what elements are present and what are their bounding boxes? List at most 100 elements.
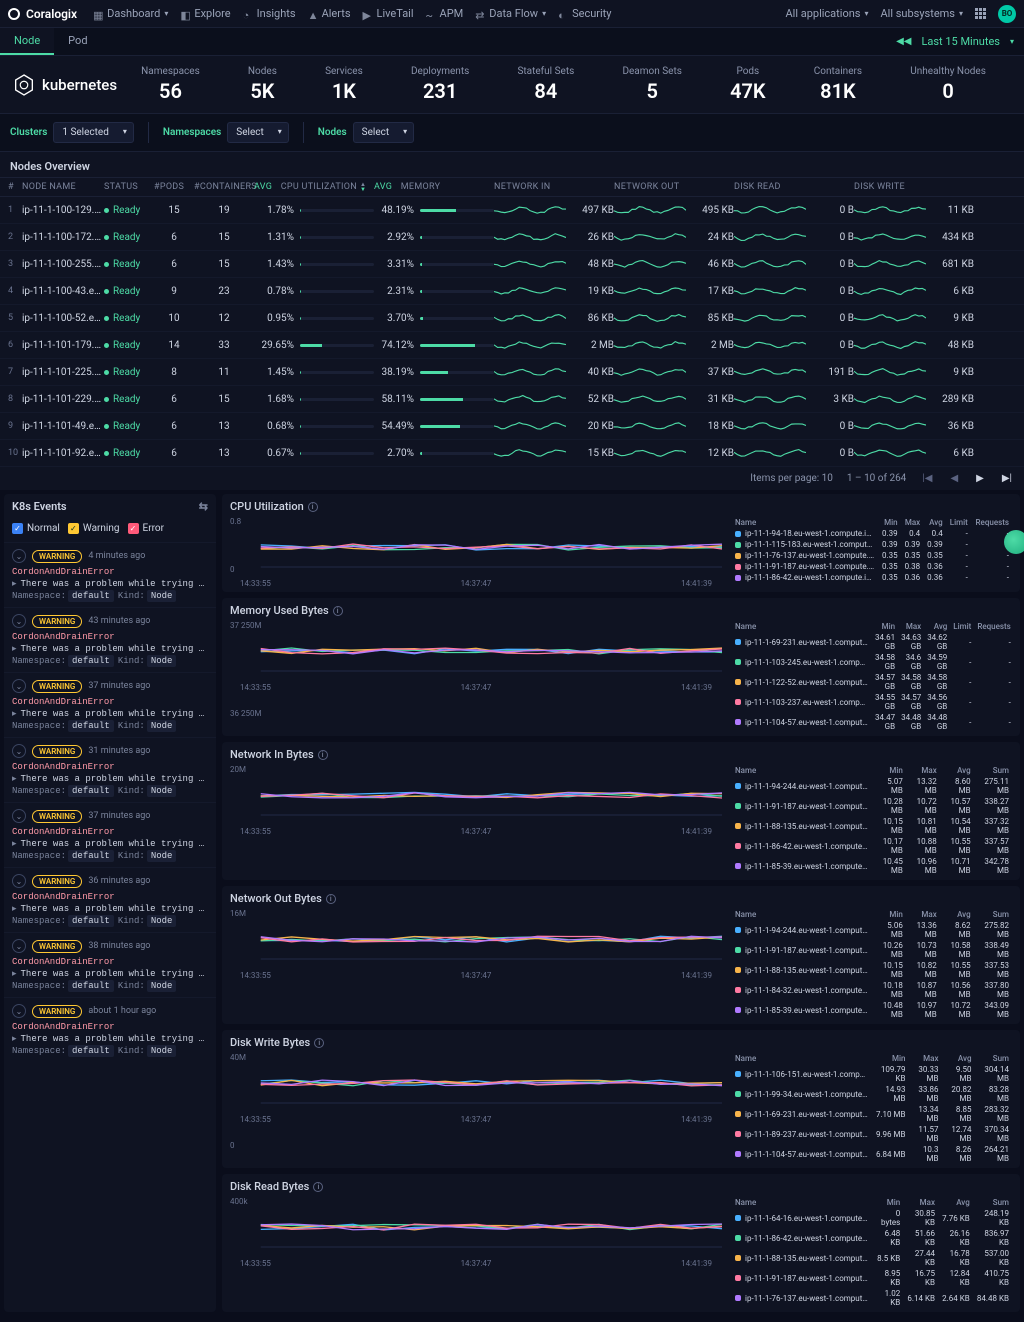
table-row[interactable]: 4 ip-11-1-100-43.eu-... Ready 9 23 0.78%… [0,278,1024,305]
event-item[interactable]: ⌄ WARNING about 1 hour ago CordonAndDrai… [4,997,216,1062]
col-disk-write[interactable]: DISK WRITE [854,182,974,192]
chevron-down-icon[interactable]: ⌄ [12,679,26,693]
rewind-icon[interactable]: ◀◀ [896,36,911,47]
pager-per-value[interactable]: 10 [822,473,833,484]
legend-row[interactable]: ip-11-1-86-42.eu-west-1.compute.internal… [732,836,1012,856]
filter-namespaces-select[interactable]: Select [227,122,288,143]
brand[interactable]: Coralogix [8,7,77,21]
nav-apm[interactable]: ~APM [426,7,464,20]
col-cpu[interactable]: AVG CPU UTILIZATION▲▼ [254,182,374,192]
chevron-down-icon[interactable]: ⌄ [12,1004,26,1018]
legend-row[interactable]: ip-11-1-91-187.eu-west-1.compute.interna… [732,940,1012,960]
apps-grid-icon[interactable] [975,8,986,19]
table-row[interactable]: 3 ip-11-1-100-255.e... Ready 6 15 1.43% … [0,251,1024,278]
table-row[interactable]: 5 ip-11-1-100-52.eu-... Ready 10 12 0.95… [0,305,1024,332]
pager-last-icon[interactable]: ▶| [1000,471,1014,486]
legend-row[interactable]: ip-11-1-85-39.eu-west-1.compute.internal… [732,1000,1012,1020]
col-net-in[interactable]: NETWORK IN [494,182,614,192]
avatar[interactable]: BO [998,5,1016,23]
legend-row[interactable]: ip-11-1-94-244.eu-west-1.compute.interna… [732,920,1012,940]
legend-row[interactable]: ip-11-1-115-183.eu-west-1.compute.intern… [732,539,1012,550]
legend-row[interactable]: ip-11-1-64-16.eu-west-1.compute.internal… [732,1208,1012,1228]
table-row[interactable]: 8 ip-11-1-101-229.e... Ready 6 15 1.68% … [0,386,1024,413]
events-config-icon[interactable]: ⇆ [199,500,208,513]
legend-row[interactable]: ip-11-1-91-187.eu-west-1.compute.interna… [732,561,1012,572]
tab-node[interactable]: Node [0,28,54,55]
chevron-down-icon[interactable]: ⌄ [12,549,26,563]
col-memory[interactable]: AVG MEMORY [374,182,494,192]
event-item[interactable]: ⌄ WARNING 38 minutes ago CordonAndDrainE… [4,932,216,997]
table-row[interactable]: 2 ip-11-1-100-172.e... Ready 6 15 1.31% … [0,224,1024,251]
legend-row[interactable]: ip-11-1-88-135.eu-west-1.compute.interna… [732,960,1012,980]
legend-row[interactable]: ip-11-1-69-231.eu-west-1.compute.interna… [732,1104,1012,1124]
all-subsystems-button[interactable]: All subsystems▾ [880,7,963,20]
legend-row[interactable]: ip-11-1-85-39.eu-west-1.compute.internal… [732,856,1012,876]
col-pods[interactable]: #PODS [154,182,194,192]
legend-row[interactable]: ip-11-1-104-57.eu-west-1.compute.interna… [732,1144,1012,1164]
info-icon[interactable]: i [318,750,328,760]
nav-data-flow[interactable]: ⇄Data Flow▾ [475,7,546,20]
legend-normal[interactable]: ✓Normal [12,523,60,534]
legend-row[interactable]: ip-11-1-69-231.eu-west-1.compute.interna… [732,632,1014,652]
legend-row[interactable]: ip-11-1-89-237.eu-west-1.compute.interna… [732,1124,1012,1144]
event-item[interactable]: ⌄ WARNING 37 minutes ago CordonAndDrainE… [4,802,216,867]
nav-alerts[interactable]: ▲Alerts [308,7,351,20]
legend-row[interactable]: ip-11-1-76-137.eu-west-1.compute.interna… [732,550,1012,561]
legend-row[interactable]: ip-11-1-94-244.eu-west-1.compute.interna… [732,776,1012,796]
col-status[interactable]: STATUS [104,182,154,192]
filter-nodes-select[interactable]: Select [353,122,414,143]
legend-row[interactable]: ip-11-1-103-237.eu-west-1.compute.intern… [732,692,1014,712]
legend-row[interactable]: ip-11-1-91-187.eu-west-1.compute.interna… [732,1268,1012,1288]
event-item[interactable]: ⌄ WARNING 43 minutes ago CordonAndDrainE… [4,607,216,672]
chevron-down-icon[interactable]: ⌄ [12,874,26,888]
legend-row[interactable]: ip-11-1-94-18.eu-west-1.compute.internal… [732,528,1012,539]
event-item[interactable]: ⌄ WARNING 31 minutes ago CordonAndDrainE… [4,737,216,802]
legend-row[interactable]: ip-11-1-104-57.eu-west-1.compute.interna… [732,712,1014,732]
filter-clusters-select[interactable]: 1 Selected [53,122,134,143]
nav-dashboard[interactable]: ▦Dashboard▾ [93,7,168,20]
info-icon[interactable]: i [333,606,343,616]
nav-explore[interactable]: ◧Explore [180,7,230,20]
info-icon[interactable]: i [326,894,336,904]
pager-next-icon[interactable]: ▶ [974,471,986,486]
legend-row[interactable]: ip-11-1-99-34.eu-west-1.compute.internal… [732,1084,1012,1104]
legend-row[interactable]: ip-11-1-88-135.eu-west-1.compute.interna… [732,1248,1012,1268]
legend-row[interactable]: ip-11-1-76-137.eu-west-1.compute.interna… [732,1288,1012,1308]
legend-warning[interactable]: ✓Warning [68,523,120,534]
legend-row[interactable]: ip-11-1-86-42.eu-west-1.compute.internal… [732,1228,1012,1248]
legend-row[interactable]: ip-11-1-103-245.eu-west-1.compute.intern… [732,652,1014,672]
info-icon[interactable]: i [313,1182,323,1192]
info-icon[interactable]: i [314,1038,324,1048]
col-idx[interactable]: # [8,182,22,192]
legend-error[interactable]: ✓Error [128,523,164,534]
table-row[interactable]: 9 ip-11-1-101-49.eu-... Ready 6 13 0.68%… [0,413,1024,440]
legend-row[interactable]: ip-11-1-84-32.eu-west-1.compute.internal… [732,980,1012,1000]
event-item[interactable]: ⌄ WARNING 4 minutes ago CordonAndDrainEr… [4,542,216,607]
chevron-down-icon[interactable]: ⌄ [12,744,26,758]
event-item[interactable]: ⌄ WARNING 37 minutes ago CordonAndDrainE… [4,672,216,737]
legend-row[interactable]: ip-11-1-88-135.eu-west-1.compute.interna… [732,816,1012,836]
table-row[interactable]: 6 ip-11-1-101-179.e... Ready 14 33 29.65… [0,332,1024,359]
col-containers[interactable]: #CONTAINERS [194,182,254,192]
chevron-down-icon[interactable]: ⌄ [12,939,26,953]
event-item[interactable]: ⌄ WARNING 36 minutes ago CordonAndDrainE… [4,867,216,932]
col-disk-read[interactable]: DISK READ [734,182,854,192]
nav-livetail[interactable]: ▶LiveTail [363,7,414,20]
nav-insights[interactable]: ◔Insights [243,7,296,20]
legend-row[interactable]: ip-11-1-106-151.eu-west-1.compute.intern… [732,1064,1012,1084]
table-row[interactable]: 10 ip-11-1-101-92.eu-... Ready 6 13 0.67… [0,440,1024,467]
table-row[interactable]: 7 ip-11-1-101-225.e... Ready 8 11 1.45% … [0,359,1024,386]
table-row[interactable]: 1 ip-11-1-100-129.e... Ready 15 19 1.78%… [0,197,1024,224]
legend-row[interactable]: ip-11-1-91-187.eu-west-1.compute.interna… [732,796,1012,816]
chevron-down-icon[interactable]: ⌄ [12,614,26,628]
tab-pod[interactable]: Pod [54,28,101,55]
time-range-button[interactable]: Last 15 Minutes [921,35,1000,48]
legend-row[interactable]: ip-11-1-86-42.eu-west-1.compute.internal… [732,572,1012,583]
col-name[interactable]: NODE NAME [22,182,104,192]
nav-security[interactable]: ◐Security [558,7,611,20]
info-icon[interactable]: i [308,502,318,512]
all-applications-button[interactable]: All applications▾ [785,7,868,20]
chevron-down-icon[interactable]: ⌄ [12,809,26,823]
col-net-out[interactable]: NETWORK OUT [614,182,734,192]
legend-row[interactable]: ip-11-1-122-52.eu-west-1.compute.interna… [732,672,1014,692]
